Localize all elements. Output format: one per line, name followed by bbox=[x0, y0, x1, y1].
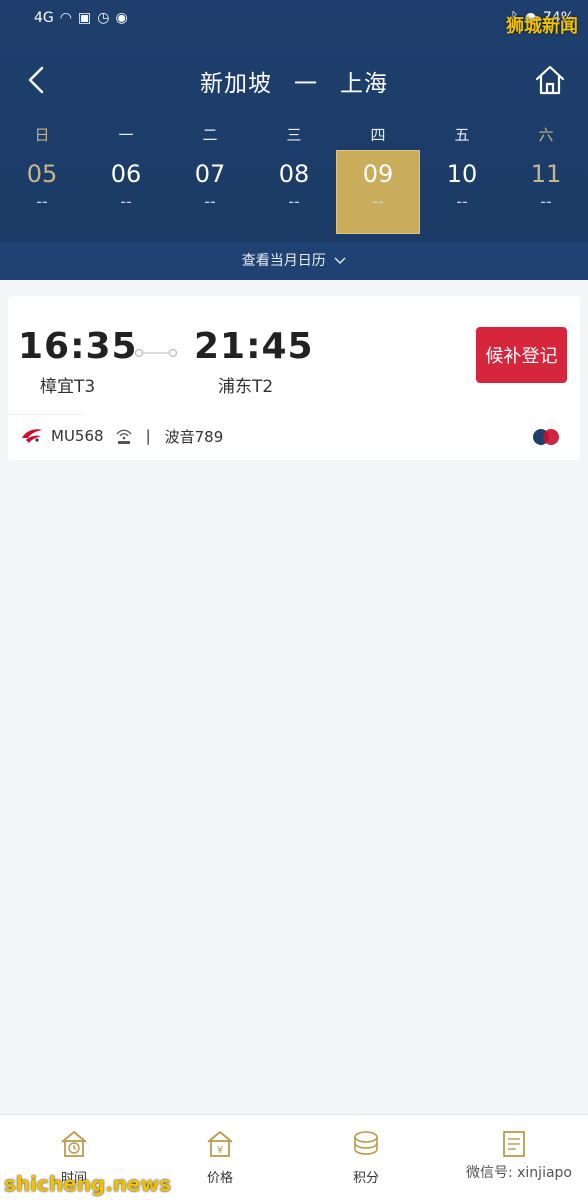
date-selector: 日 05 -- 一 06 -- 二 07 -- 三 08 -- 四 09 -- … bbox=[0, 120, 588, 240]
arrival-airport: 浦东T2 bbox=[218, 377, 274, 397]
date-item[interactable]: 三 08 -- bbox=[252, 120, 336, 240]
date-price: -- bbox=[540, 192, 552, 211]
signal-icon: 4G bbox=[34, 10, 54, 26]
tab-price[interactable]: ¥ 价格 bbox=[180, 1129, 260, 1186]
date-item-selected[interactable]: 四 09 -- bbox=[336, 120, 420, 240]
aircraft-type: 波音789 bbox=[164, 427, 224, 446]
watermark-bottom-left: shicheng.news bbox=[4, 1172, 171, 1196]
flight-card[interactable]: 16:35 21:45 樟宜T3 浦东T2 候补登记 MU568 | 波音789 bbox=[8, 296, 580, 460]
watermark-top: 狮城新闻 bbox=[506, 16, 578, 37]
date-price: -- bbox=[120, 192, 132, 211]
weekday-label: 五 bbox=[454, 126, 470, 144]
date-number: 10 bbox=[446, 160, 478, 188]
origin-city: 新加坡 bbox=[200, 71, 272, 97]
flight-number: MU568 bbox=[51, 427, 104, 445]
status-bar: 4G ◠ ▣ ◷ ◉ ᛒ ● 74% bbox=[0, 0, 588, 38]
destination-city: 上海 bbox=[340, 71, 388, 97]
departure-time: 16:35 bbox=[18, 326, 138, 367]
wifi-service-icon bbox=[116, 429, 132, 444]
alarm-icon: ◷ bbox=[97, 10, 110, 26]
month-calendar-link[interactable]: 查看当月日历 bbox=[0, 242, 588, 280]
clock-house-icon bbox=[61, 1131, 87, 1157]
tab-label: 积分 bbox=[352, 1171, 379, 1186]
tab-label: 价格 bbox=[206, 1171, 233, 1186]
date-item[interactable]: 二 07 -- bbox=[168, 120, 252, 240]
weekday-label: 一 bbox=[118, 126, 134, 144]
weekday-label: 三 bbox=[286, 126, 302, 144]
date-number: 09 bbox=[362, 160, 394, 188]
arrival-time: 21:45 bbox=[194, 326, 314, 367]
tab-points[interactable]: 积分 bbox=[326, 1129, 406, 1186]
date-price: -- bbox=[288, 192, 300, 211]
svg-text:¥: ¥ bbox=[217, 1145, 223, 1156]
header: 4G ◠ ▣ ◷ ◉ ᛒ ● 74% 狮城新闻 新加坡一上海 日 05 -- 一… bbox=[0, 0, 588, 280]
date-item[interactable]: 一 06 -- bbox=[84, 120, 168, 240]
date-number: 11 bbox=[530, 160, 562, 188]
account-icon: ◉ bbox=[115, 10, 128, 26]
date-item[interactable]: 日 05 -- bbox=[0, 120, 84, 240]
price-house-icon: ¥ bbox=[207, 1131, 233, 1157]
watermark-bottom-right: 微信号: xinjiapo bbox=[465, 1165, 572, 1181]
wifi-icon: ◠ bbox=[59, 10, 72, 26]
date-price: -- bbox=[456, 192, 468, 211]
date-number: 07 bbox=[194, 160, 226, 188]
nav-bar: 新加坡一上海 bbox=[0, 58, 588, 102]
weekday-label: 二 bbox=[202, 126, 218, 144]
coins-icon bbox=[354, 1131, 378, 1155]
nfc-icon: ▣ bbox=[77, 10, 92, 26]
weekday-label: 日 bbox=[34, 126, 50, 144]
tax-note-icon bbox=[503, 1131, 525, 1157]
chevron-down-icon bbox=[334, 242, 346, 280]
divider bbox=[8, 414, 82, 415]
date-number: 08 bbox=[278, 160, 310, 188]
weekday-label: 六 bbox=[538, 126, 554, 144]
route-title: 新加坡一上海 bbox=[0, 64, 588, 98]
weekday-label: 四 bbox=[370, 126, 386, 144]
info-separator: | bbox=[145, 427, 151, 445]
flight-info: MU568 | 波音789 bbox=[20, 424, 223, 448]
date-price: -- bbox=[36, 192, 48, 211]
waitlist-button[interactable]: 候补登记 bbox=[476, 327, 567, 383]
date-number: 06 bbox=[110, 160, 142, 188]
calendar-link-label: 查看当月日历 bbox=[241, 253, 326, 269]
date-item[interactable]: 六 11 -- bbox=[504, 120, 588, 240]
home-icon[interactable] bbox=[532, 62, 568, 98]
route-line-icon bbox=[134, 348, 178, 358]
date-number: 05 bbox=[26, 160, 58, 188]
date-price: -- bbox=[204, 192, 216, 211]
departure-airport: 樟宜T3 bbox=[40, 377, 96, 397]
date-item[interactable]: 五 10 -- bbox=[420, 120, 504, 240]
alliance-logo-icon bbox=[533, 429, 559, 445]
route-separator: 一 bbox=[294, 71, 318, 97]
airline-logo-icon bbox=[22, 429, 42, 443]
date-price: -- bbox=[372, 192, 384, 211]
